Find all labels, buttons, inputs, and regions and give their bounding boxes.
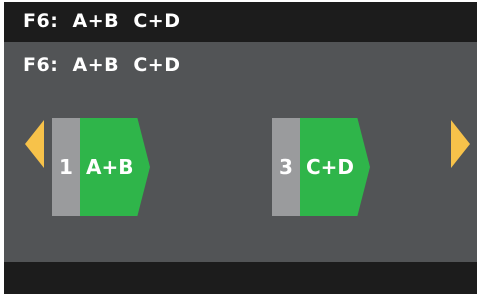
next-arrow-icon[interactable] <box>451 120 470 168</box>
tile-number-label: 1 <box>59 155 73 179</box>
tile-number-label: 3 <box>279 155 293 179</box>
screen-title: F6: A+B C+D <box>23 10 181 32</box>
tile-1[interactable]: 1 A+B <box>52 118 151 216</box>
tile-name-label: C+D <box>306 155 355 179</box>
scene-subtitle: F6: A+B C+D <box>23 54 181 76</box>
tile-3[interactable]: 3 C+D <box>272 118 371 216</box>
bottom-bar <box>4 262 477 294</box>
previous-arrow-icon[interactable] <box>25 120 44 168</box>
device-screen: F6: A+B C+D F6: A+B C+D 1 A+B 3 C+D <box>4 2 477 294</box>
tile-name-label: A+B <box>86 155 134 179</box>
title-bar: F6: A+B C+D <box>4 2 477 42</box>
